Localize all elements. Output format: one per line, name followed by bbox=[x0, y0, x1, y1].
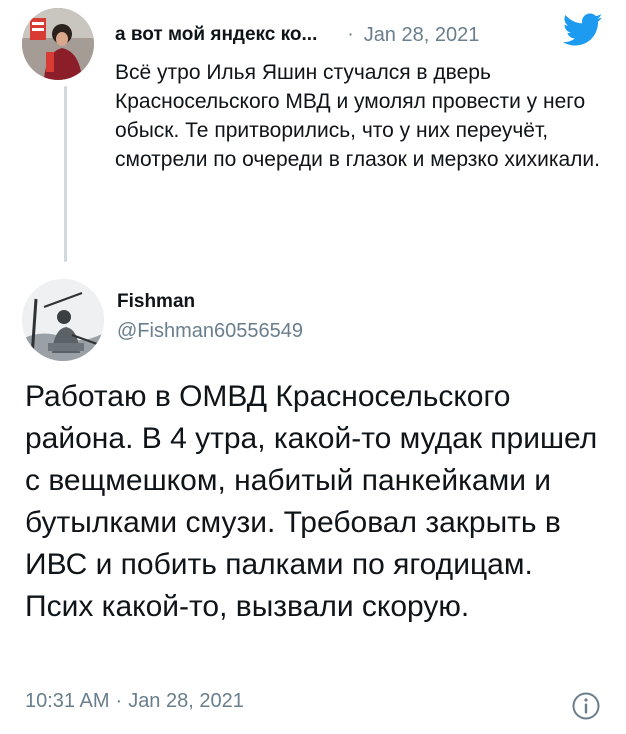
parent-tweet-header: а вот мой яндекс ко... · Jan 28, 2021 bbox=[115, 20, 606, 50]
main-author-handle[interactable]: @Fishman60556549 bbox=[117, 320, 303, 343]
twitter-bird-icon bbox=[563, 13, 603, 46]
tweet-date: Jan 28, 2021 bbox=[128, 690, 244, 712]
avatar-photo-icon bbox=[22, 279, 104, 361]
main-avatar[interactable] bbox=[22, 279, 104, 361]
parent-avatar[interactable] bbox=[22, 8, 94, 80]
timestamp-separator: · bbox=[115, 690, 123, 712]
main-tweet-text: Работаю в ОМВД Красносельского района. В… bbox=[25, 380, 598, 623]
avatar-photo-icon bbox=[22, 8, 94, 80]
parent-tweet-date[interactable]: Jan 28, 2021 bbox=[364, 24, 480, 47]
thread-connector-line bbox=[64, 86, 67, 262]
tweet-timestamp[interactable]: 10:31 AM · Jan 28, 2021 bbox=[25, 690, 244, 713]
parent-author-name[interactable]: а вот мой яндекс ко... bbox=[115, 24, 317, 46]
tweet-screenshot: а вот мой яндекс ко... · Jan 28, 2021 Вс… bbox=[0, 0, 626, 734]
info-icon[interactable] bbox=[571, 691, 601, 721]
header-separator: · bbox=[347, 24, 354, 45]
parent-tweet-text: Всё утро Илья Яшин стучался в дверь Крас… bbox=[115, 61, 600, 171]
tweet-time: 10:31 AM bbox=[25, 690, 110, 712]
main-author-name[interactable]: Fishman bbox=[117, 291, 195, 313]
